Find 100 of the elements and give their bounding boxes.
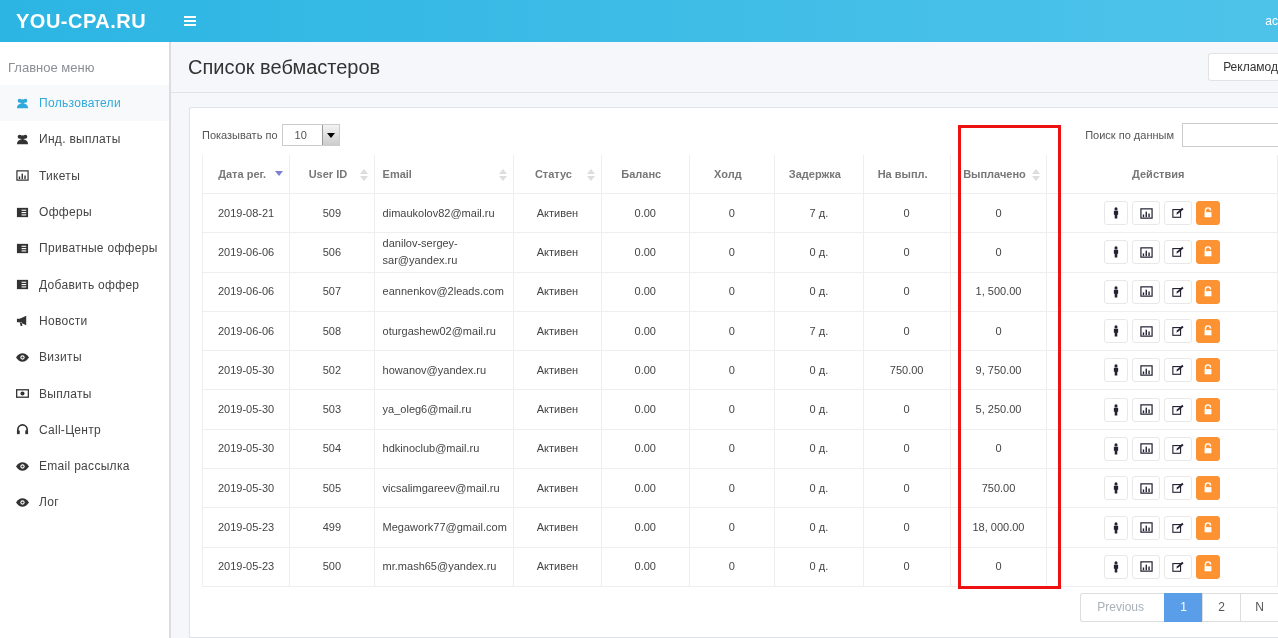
search-field[interactable]	[1182, 123, 1278, 147]
edit-button[interactable]	[1164, 319, 1193, 344]
sidebar-item[interactable]: Приватные офферы	[0, 230, 169, 267]
eye-icon	[16, 459, 29, 473]
edit-button[interactable]	[1164, 358, 1193, 383]
caret-icon[interactable]	[326, 132, 335, 138]
page-title: Список вебмастеров	[188, 55, 381, 79]
table-cell: 0	[950, 311, 1047, 351]
profile-button[interactable]	[1104, 319, 1129, 344]
table-cell: 0	[689, 232, 775, 273]
table-cell: eannenkov@2leads.com	[374, 272, 514, 312]
table-cell: 750.00	[863, 350, 951, 390]
column-header[interactable]: Статус	[513, 155, 602, 194]
sidebar-item[interactable]: Офферы	[0, 193, 169, 231]
table-cell: 0 д.	[774, 390, 864, 430]
statistics-button[interactable]	[1132, 476, 1161, 501]
eye-icon	[16, 350, 29, 364]
banknote-icon	[16, 387, 29, 400]
bar-chart-icon	[1139, 521, 1153, 534]
edit-button[interactable]	[1164, 397, 1193, 422]
headphones-icon	[16, 423, 29, 437]
table-cell: 2019-05-23	[202, 507, 290, 548]
edit-button[interactable]	[1164, 554, 1193, 579]
table-cell: 502	[289, 350, 375, 390]
profile-button[interactable]	[1104, 358, 1129, 383]
table-cell: 500	[289, 547, 375, 587]
table-cell: oturgashew02@mail.ru	[374, 311, 514, 351]
profile-button[interactable]	[1104, 476, 1129, 501]
sidebar-item[interactable]: Выплаты	[0, 375, 169, 412]
column-header: Холд	[689, 155, 775, 194]
table-cell: 18, 000.00	[950, 507, 1047, 548]
table-cell: 0	[863, 272, 951, 312]
table-cell: Активен	[513, 232, 602, 273]
table-cell: 504	[289, 429, 375, 469]
sidebar-item[interactable]: Инд. выплаты	[0, 121, 169, 158]
statistics-button[interactable]	[1132, 397, 1161, 422]
table-cell: 0.00	[601, 507, 690, 548]
page-button[interactable]: N	[1240, 592, 1278, 622]
sidebar-item[interactable]: Тикеты	[0, 157, 169, 194]
statistics-button[interactable]	[1132, 358, 1161, 383]
profile-button[interactable]	[1104, 397, 1129, 422]
sort-descending-icon[interactable]	[275, 169, 284, 177]
table-cell: 509	[289, 193, 375, 233]
page-length-select[interactable]: 10	[281, 124, 340, 146]
advertiser-button[interactable]: Рекламод	[1208, 53, 1278, 81]
edit-button[interactable]	[1164, 436, 1193, 461]
sidebar-item[interactable]: Новости	[0, 302, 169, 340]
edit-icon	[1172, 560, 1185, 573]
list-icon	[16, 278, 29, 292]
table-cell: 5, 250.00	[950, 390, 1047, 430]
sidebar-item[interactable]: Лог	[0, 484, 169, 521]
edit-button[interactable]	[1164, 279, 1193, 304]
table-cell: 0.00	[601, 232, 690, 273]
edit-button[interactable]	[1164, 476, 1193, 501]
table-cell: 1, 500.00	[950, 272, 1047, 312]
table-cell: Активен	[513, 547, 602, 587]
sidebar-item[interactable]: Email рассылка	[0, 447, 169, 485]
bar-chart-icon	[1139, 285, 1153, 299]
edit-icon	[1172, 246, 1185, 259]
sidebar-item[interactable]: Call-Центр	[0, 411, 169, 448]
users-icon	[16, 96, 29, 110]
statistics-button[interactable]	[1132, 515, 1161, 540]
statistics-button[interactable]	[1132, 319, 1161, 344]
sidebar-item[interactable]: Визиты	[0, 339, 169, 376]
column-header[interactable]: Выплачено	[950, 155, 1047, 194]
table-cell: 506	[289, 232, 375, 273]
profile-button[interactable]	[1104, 515, 1129, 540]
edit-button[interactable]	[1164, 201, 1193, 226]
table-cell: 0	[863, 311, 951, 351]
column-header[interactable]: Email	[374, 155, 514, 194]
table-cell: Активен	[513, 507, 602, 548]
column-header[interactable]: User ID	[289, 155, 375, 194]
table-cell: 0	[950, 232, 1047, 273]
profile-button[interactable]	[1104, 240, 1129, 265]
table-cell: 7 д.	[774, 193, 864, 233]
column-header[interactable]: Дата рег.	[202, 155, 290, 194]
profile-button[interactable]	[1104, 279, 1129, 304]
table-cell: 2019-05-30	[202, 429, 290, 469]
statistics-button[interactable]	[1132, 436, 1161, 461]
edit-button[interactable]	[1164, 515, 1193, 540]
profile-button[interactable]	[1104, 201, 1129, 226]
column-header: На выпл.	[863, 155, 951, 194]
edit-icon	[1172, 482, 1185, 495]
profile-button[interactable]	[1104, 554, 1129, 579]
edit-button[interactable]	[1164, 240, 1193, 265]
table-cell: 9, 750.00	[950, 350, 1047, 390]
statistics-button[interactable]	[1132, 240, 1161, 265]
statistics-button[interactable]	[1132, 279, 1161, 304]
table-cell: 0	[689, 547, 775, 587]
page-button[interactable]: 2	[1202, 592, 1240, 622]
bar-chart-icon	[1139, 363, 1153, 377]
statistics-button[interactable]	[1132, 201, 1161, 226]
list-icon	[16, 205, 29, 219]
bar-chart-icon	[1139, 206, 1153, 220]
profile-button[interactable]	[1104, 436, 1129, 461]
table-cell: howanov@yandex.ru	[374, 350, 514, 390]
table-cell: 0	[863, 507, 951, 548]
sidebar-item[interactable]: Добавить оффер	[0, 266, 169, 303]
table-cell: 0 д.	[774, 429, 864, 469]
statistics-button[interactable]	[1132, 554, 1161, 579]
